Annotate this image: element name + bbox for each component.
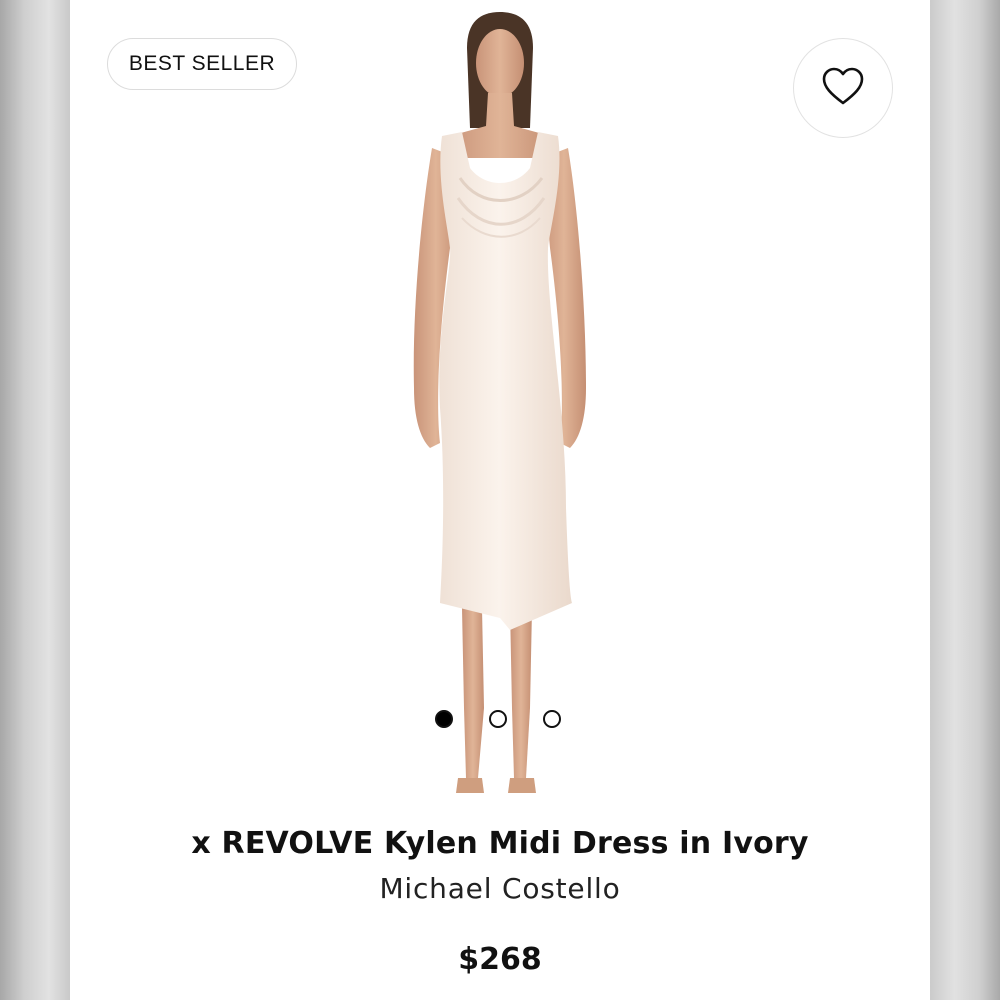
background-left-edge	[0, 0, 70, 1000]
wishlist-button[interactable]	[793, 38, 893, 138]
product-brand[interactable]: Michael Costello	[70, 872, 930, 905]
background-right-edge	[930, 0, 1000, 1000]
carousel-dot-2[interactable]	[489, 710, 507, 728]
product-price: $268	[458, 942, 542, 977]
product-card: BEST SELLER x REVOLVE Kylen Midi Dress i…	[70, 0, 930, 1000]
image-carousel-dots	[435, 710, 561, 728]
carousel-dot-3[interactable]	[543, 710, 561, 728]
best-seller-badge: BEST SELLER	[107, 38, 297, 90]
carousel-dot-1[interactable]	[435, 710, 453, 728]
heart-icon	[821, 66, 865, 111]
product-image[interactable]	[370, 8, 650, 808]
best-seller-label: BEST SELLER	[128, 52, 276, 75]
product-title[interactable]: x REVOLVE Kylen Midi Dress in Ivory	[70, 826, 930, 861]
